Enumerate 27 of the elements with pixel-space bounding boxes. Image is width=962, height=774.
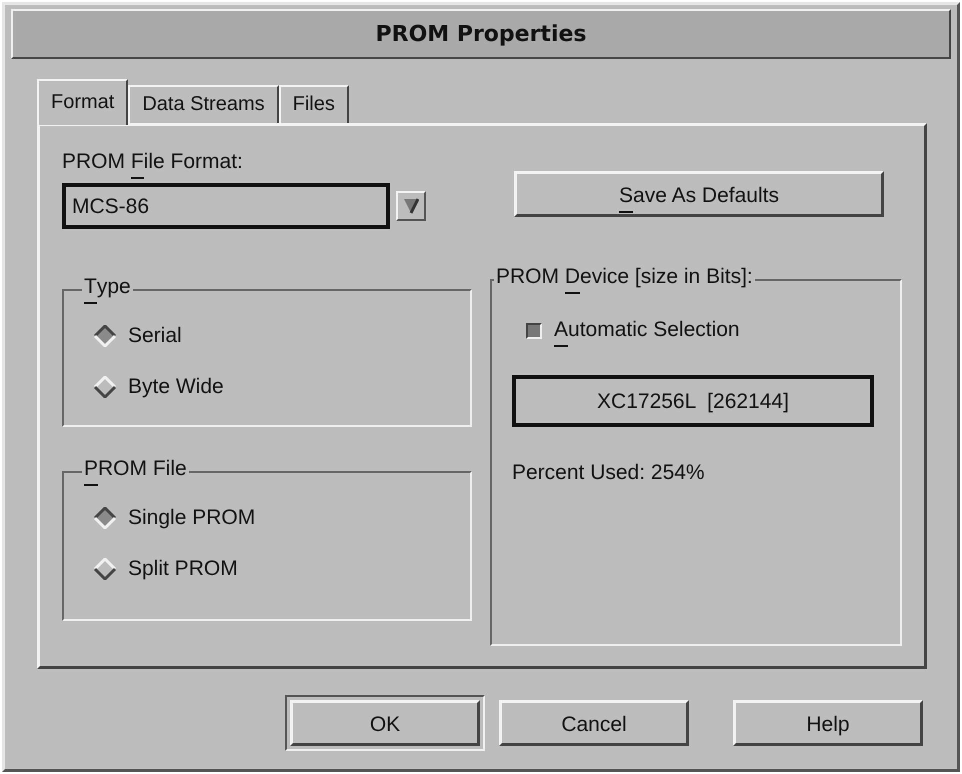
dialog-button[interactable]: Help — [733, 700, 923, 746]
option-label: Single PROM — [128, 505, 256, 532]
caret-icon — [403, 197, 419, 216]
checkbox[interactable] — [526, 322, 542, 339]
window-title: PROM Properties — [376, 20, 586, 48]
tab[interactable]: Files — [278, 85, 349, 123]
tab[interactable]: Data Streams — [128, 85, 279, 123]
dialog-button[interactable]: OK — [290, 700, 480, 746]
radio-button[interactable] — [94, 507, 116, 530]
group-label: PROM Device [size in Bits]: — [494, 265, 755, 294]
radio-button[interactable] — [94, 376, 116, 398]
device-field[interactable]: XC17256L [262144] — [512, 375, 874, 428]
format-field[interactable]: MCS-86 — [62, 183, 390, 230]
group-label: Type — [82, 275, 133, 304]
dialog-button[interactable]: Cancel — [499, 700, 689, 746]
radio-button[interactable] — [94, 558, 116, 580]
option-label: Byte Wide — [128, 374, 224, 400]
dropdown-button[interactable] — [396, 191, 426, 222]
save-defaults-button[interactable]: Save As Defaults — [514, 171, 884, 217]
checkbox-label: Automatic Selection — [554, 314, 740, 348]
group-label: PROM File — [82, 457, 189, 486]
percent-used-label: Percent Used: 254% — [512, 460, 706, 486]
radio-button[interactable] — [94, 325, 116, 348]
field-label: PROM File Format: — [62, 146, 472, 180]
option-label: Split PROM — [128, 556, 238, 582]
tab[interactable]: Format — [37, 79, 128, 125]
option-label: Serial — [128, 323, 182, 350]
